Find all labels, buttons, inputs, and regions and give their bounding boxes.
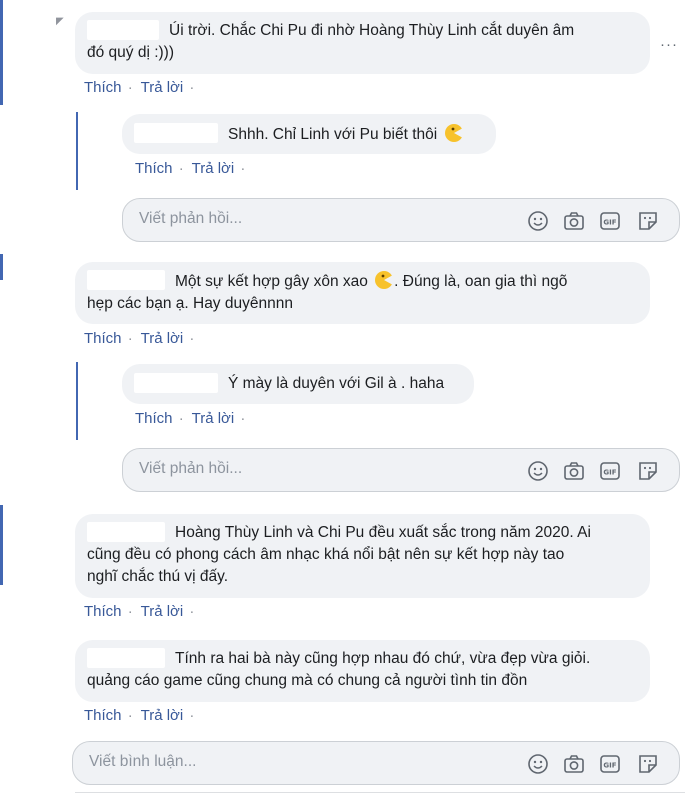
reply-bubble: Shhh. Chỉ Linh với Pu biết thôi [122,114,496,154]
more-options-icon[interactable]: ··· [660,36,678,53]
reply-link[interactable]: Trả lời [192,160,235,177]
comment-text: Úi trời. Chắc Chi Pu đi nhờ Hoàng Thùy L… [169,22,575,39]
camera-icon[interactable] [563,210,585,232]
emoji-icon[interactable] [527,753,549,775]
author-name[interactable] [87,270,165,290]
author-name[interactable] [87,648,165,668]
like-link[interactable]: Thích [135,160,173,177]
separator: · [127,330,133,347]
like-link[interactable]: Thích [84,330,122,347]
separator: · [127,707,133,724]
comment-text: Một sự kết hợp gây xôn xao [175,273,368,290]
comment-actions: Thích · Trả lời · [84,330,198,347]
separator: · [178,160,184,177]
emoji-icon[interactable] [527,460,549,482]
separator: · [240,160,246,177]
sticker-icon[interactable] [637,460,659,482]
separator: · [189,603,195,620]
like-link[interactable]: Thích [84,79,122,96]
reply-input-box[interactable]: Viết phản hồi... GIF [122,198,680,242]
reply-link[interactable]: Trả lời [141,79,184,96]
reply-input-box[interactable]: Viết phản hồi... GIF [122,448,680,492]
sticker-icon[interactable] [637,210,659,232]
comment-text: quảng cáo game cũng chung mà có chung cả… [87,672,528,689]
author-name[interactable] [87,20,159,40]
comment-placeholder: Viết bình luận... [89,753,197,770]
separator: · [127,603,133,620]
like-link[interactable]: Thích [84,707,122,724]
sticker-icon[interactable] [637,753,659,775]
comment-text: . Đúng là, oan gia thì ngõ [394,273,568,290]
collapse-arrow-icon[interactable]: ◤ [56,16,64,27]
comment-list-border [75,792,685,793]
reply-thread-line [76,362,78,440]
reply-text: Ý mày là duyên với Gil à . haha [228,375,445,392]
separator: · [127,79,133,96]
reply-placeholder: Viết phản hồi... [139,460,243,477]
reply-actions: Thích · Trả lời · [135,410,249,427]
camera-icon[interactable] [563,753,585,775]
comment-actions: Thích · Trả lời · [84,79,198,96]
separator: · [189,707,195,724]
emoji-icon[interactable] [527,210,549,232]
comment-text: đó quý dị :))) [87,44,175,61]
like-link[interactable]: Thích [84,603,122,620]
reply-link[interactable]: Trả lời [141,603,184,620]
comment-bubble: Tính ra hai bà này cũng hợp nhau đó chứ,… [75,640,650,702]
gif-icon[interactable]: GIF [599,460,621,482]
comment-text: hẹp các bạn ạ. Hay duyênnnn [87,295,293,312]
author-name[interactable] [87,522,165,542]
comment-text: cũng đều có phong cách âm nhạc khá nổi b… [87,546,565,563]
author-name[interactable] [134,123,218,143]
author-name[interactable] [134,373,218,393]
reply-actions: Thích · Trả lời · [135,160,249,177]
comment-text: Hoàng Thùy Linh và Chi Pu đều xuất sắc t… [175,524,591,541]
page-edge-accent [0,254,3,280]
comment-actions: Thích · Trả lời · [84,603,198,620]
comment-input-box[interactable]: Viết bình luận... GIF [72,741,680,785]
comment-actions: Thích · Trả lời · [84,707,198,724]
separator: · [240,410,246,427]
gif-icon[interactable]: GIF [599,210,621,232]
pacman-emoji [444,124,463,142]
svg-text:GIF: GIF [603,469,616,477]
reply-thread-line [76,112,78,190]
comment-text: Tính ra hai bà này cũng hợp nhau đó chứ,… [175,650,591,667]
reply-link[interactable]: Trả lời [192,410,235,427]
page-edge-accent [0,0,3,105]
reply-placeholder: Viết phản hồi... [139,210,243,227]
separator: · [189,330,195,347]
comment-text: nghĩ chắc thú vị đấy. [87,568,229,585]
comment-bubble: Hoàng Thùy Linh và Chi Pu đều xuất sắc t… [75,514,650,598]
reply-link[interactable]: Trả lời [141,707,184,724]
pacman-emoji [375,271,394,289]
reply-bubble: Ý mày là duyên với Gil à . haha [122,364,474,404]
svg-text:GIF: GIF [603,219,616,227]
comment-bubble: Úi trời. Chắc Chi Pu đi nhờ Hoàng Thùy L… [75,12,650,74]
svg-text:GIF: GIF [603,762,616,770]
separator: · [189,79,195,96]
page-edge-accent [0,505,3,585]
comment-bubble: Một sự kết hợp gây xôn xao . Đúng là, oa… [75,262,650,324]
reply-link[interactable]: Trả lời [141,330,184,347]
gif-icon[interactable]: GIF [599,753,621,775]
like-link[interactable]: Thích [135,410,173,427]
camera-icon[interactable] [563,460,585,482]
reply-text: Shhh. Chỉ Linh với Pu biết thôi [228,126,438,143]
separator: · [178,410,184,427]
